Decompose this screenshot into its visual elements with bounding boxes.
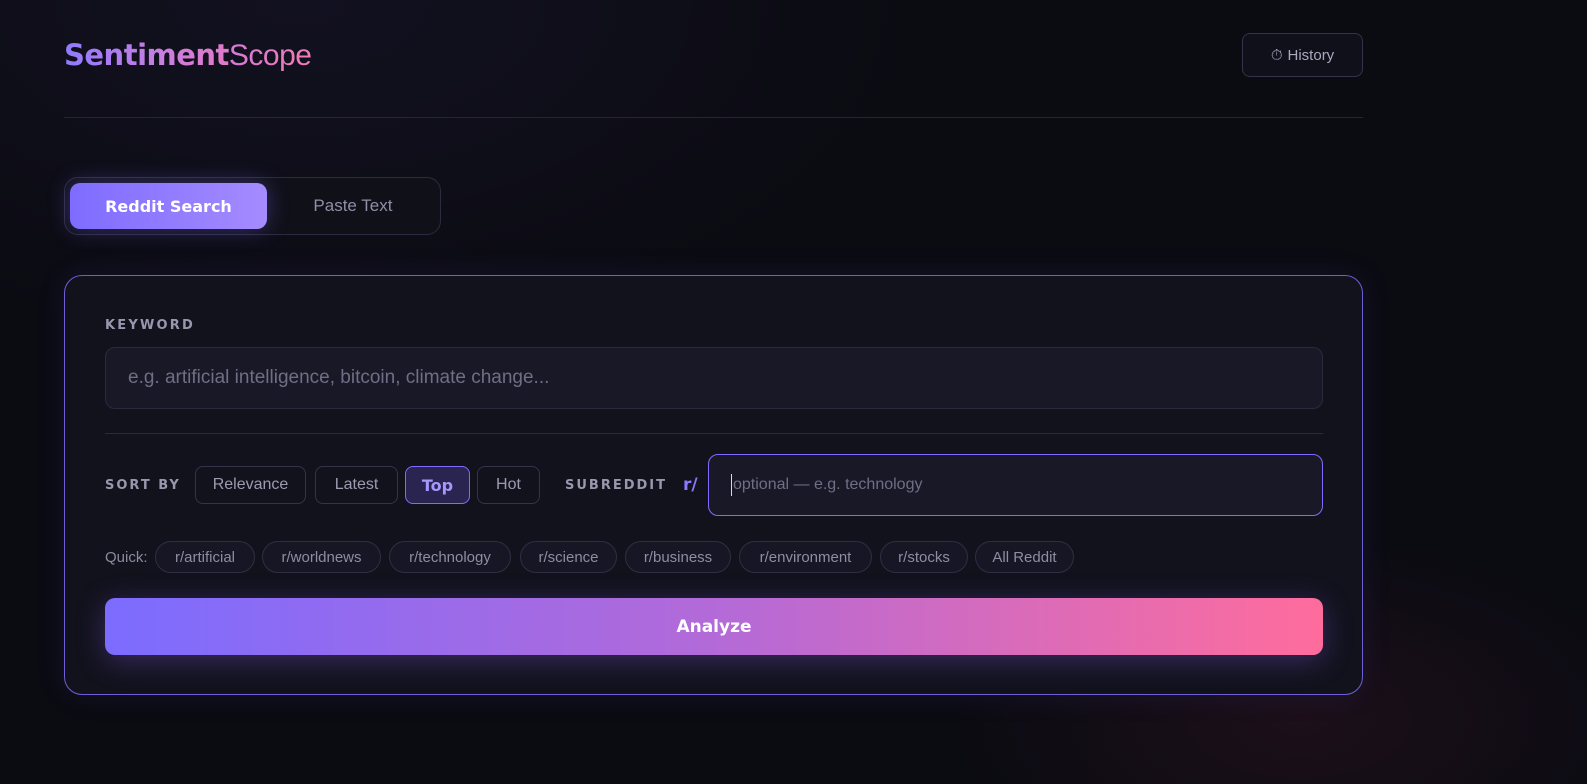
- subreddit-prefix: r/: [683, 475, 698, 495]
- sort-top-button[interactable]: Top: [405, 466, 470, 504]
- subreddit-placeholder: optional — e.g. technology: [733, 476, 923, 493]
- keyword-input[interactable]: e.g. artificial intelligence, bitcoin, c…: [105, 347, 1323, 409]
- page: Sentiment Scope ⏱ History Reddit Search …: [64, 0, 1363, 695]
- search-card: KEYWORD e.g. artificial intelligence, bi…: [64, 275, 1363, 695]
- sort-latest-button[interactable]: Latest: [315, 466, 398, 504]
- stopwatch-icon: ⏱: [1270, 46, 1283, 64]
- sort-by-label: SORT BY: [105, 478, 181, 493]
- subreddit-input[interactable]: optional — e.g. technology: [708, 454, 1323, 516]
- sort-hot-button[interactable]: Hot: [477, 466, 540, 504]
- tab-paste-text[interactable]: Paste Text: [271, 183, 435, 229]
- header: Sentiment Scope ⏱ History: [64, 0, 1363, 118]
- quick-chip-science[interactable]: r/science: [520, 541, 617, 573]
- logo-text-strong: Sentiment: [64, 38, 229, 72]
- quick-chip-all-reddit[interactable]: All Reddit: [975, 541, 1074, 573]
- text-caret: [731, 474, 732, 496]
- quick-chip-artificial[interactable]: r/artificial: [155, 541, 255, 573]
- quick-label: Quick:: [105, 549, 148, 566]
- keyword-label: KEYWORD: [105, 318, 195, 333]
- history-label: History: [1287, 46, 1335, 64]
- quick-chip-stocks[interactable]: r/stocks: [880, 541, 968, 573]
- quick-chip-worldnews[interactable]: r/worldnews: [262, 541, 381, 573]
- subreddit-label: SUBREDDIT: [565, 478, 668, 493]
- quick-chip-business[interactable]: r/business: [625, 541, 731, 573]
- divider: [105, 433, 1323, 434]
- sort-relevance-button[interactable]: Relevance: [195, 466, 306, 504]
- tab-reddit-search[interactable]: Reddit Search: [70, 183, 267, 229]
- app-logo[interactable]: Sentiment Scope: [64, 38, 312, 73]
- mode-toggle: Reddit Search Paste Text: [64, 177, 441, 235]
- quick-chip-environment[interactable]: r/environment: [739, 541, 872, 573]
- quick-chip-technology[interactable]: r/technology: [389, 541, 511, 573]
- logo-text-light: Scope: [228, 39, 312, 72]
- keyword-placeholder: e.g. artificial intelligence, bitcoin, c…: [128, 367, 550, 388]
- history-button[interactable]: ⏱ History: [1242, 33, 1363, 77]
- analyze-button[interactable]: Analyze: [105, 598, 1323, 655]
